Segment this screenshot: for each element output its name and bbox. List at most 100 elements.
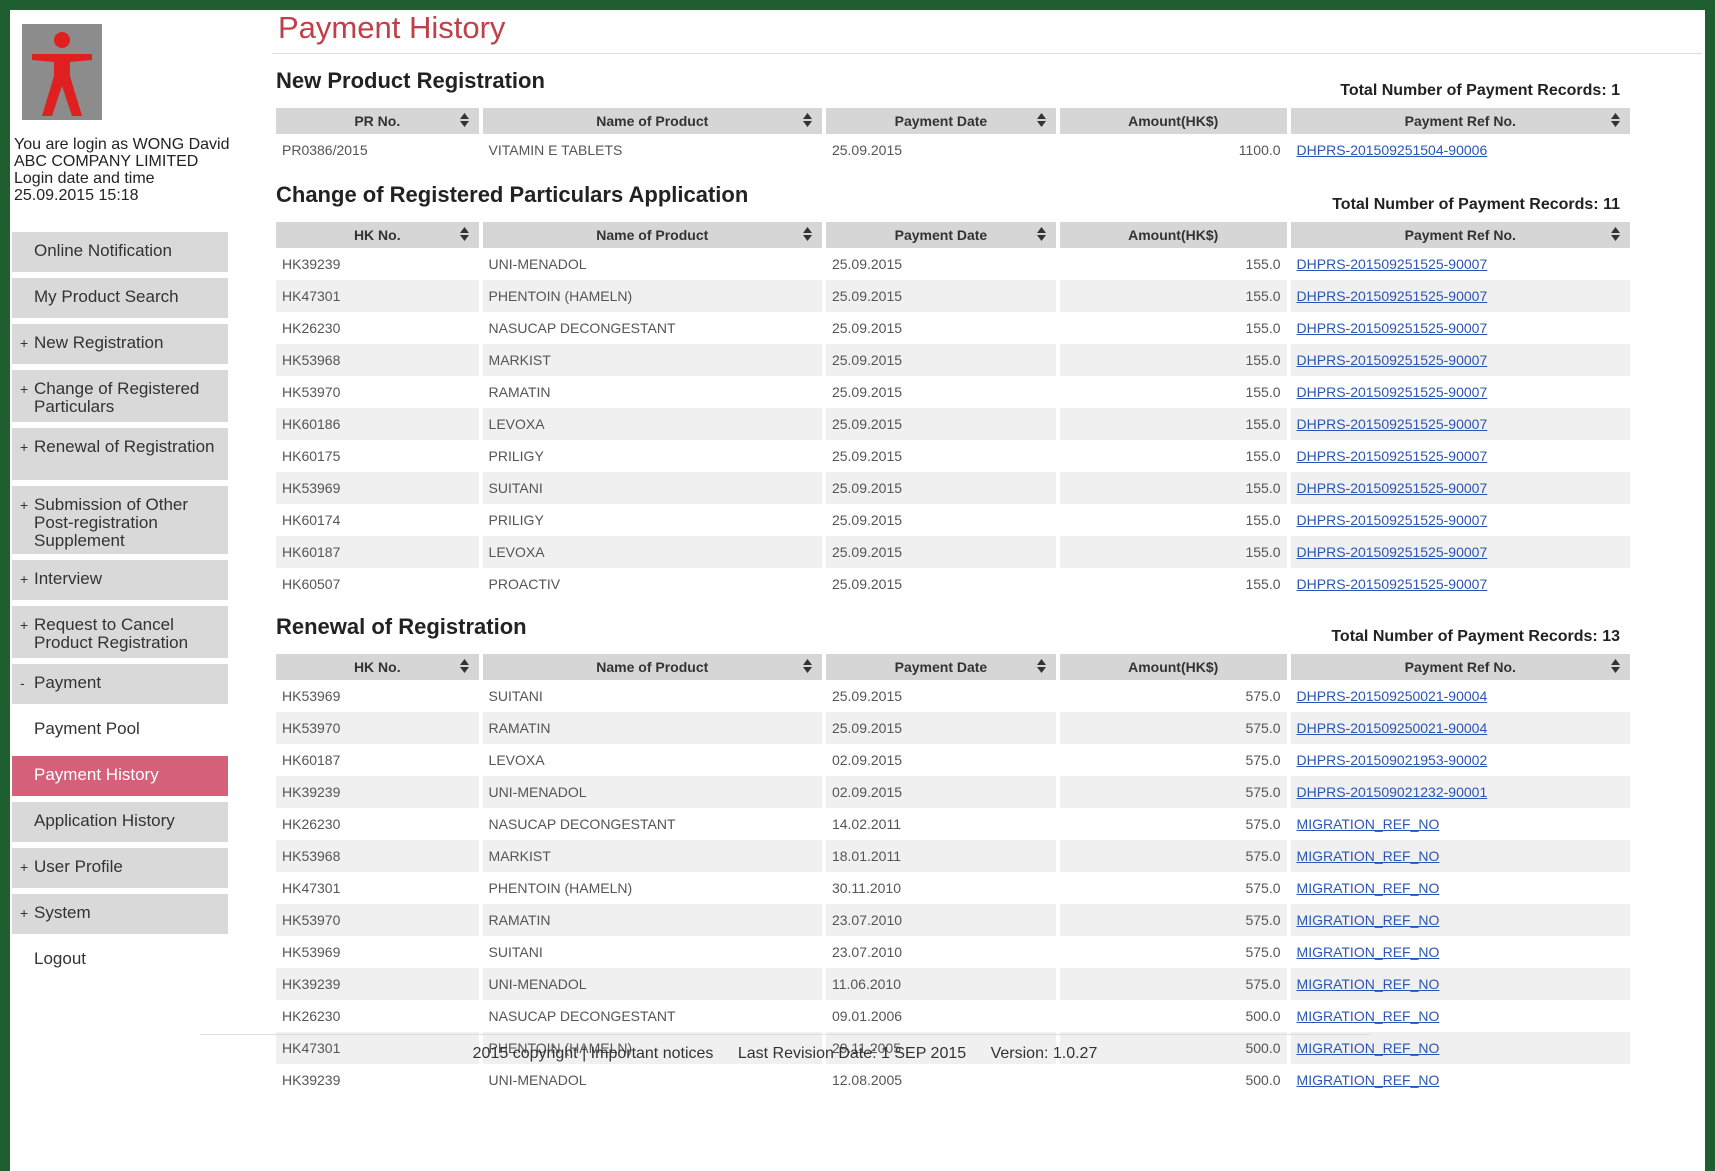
payment-ref-link[interactable]: MIGRATION_REF_NO [1297, 976, 1440, 992]
cell-payment-ref[interactable]: MIGRATION_REF_NO [1291, 808, 1630, 840]
sidebar-item-logout[interactable]: Logout [12, 940, 228, 980]
sidebar-item-label: Online Notification [34, 241, 172, 260]
cell-amount: 155.0 [1059, 536, 1287, 568]
payment-ref-link[interactable]: DHPRS-201509251525-90007 [1297, 352, 1488, 368]
sort-arrows-icon[interactable] [1036, 659, 1046, 676]
payment-ref-link[interactable]: DHPRS-201509251525-90007 [1297, 448, 1488, 464]
sort-arrows-icon[interactable] [802, 227, 812, 244]
sort-arrows-icon[interactable] [1611, 227, 1620, 244]
cell-payment-ref[interactable]: DHPRS-201509251525-90007 [1290, 408, 1630, 440]
column-header[interactable]: Name of Product [482, 654, 822, 680]
sort-arrows-icon[interactable] [802, 659, 812, 676]
sidebar-item-online-notification[interactable]: Online Notification [12, 232, 228, 272]
column-header[interactable]: Amount(HK$) [1059, 222, 1287, 248]
sidebar-item-renewal-of-registration[interactable]: + Renewal of Registration [12, 428, 228, 480]
column-header[interactable]: Amount(HK$) [1059, 654, 1287, 680]
sidebar-item-payment[interactable]: - Payment [12, 664, 228, 704]
sort-arrows-icon[interactable] [1611, 113, 1620, 130]
payment-ref-link[interactable]: DHPRS-201509251525-90007 [1297, 576, 1488, 592]
footer-copyright[interactable]: 2015 copyright | Important notices [473, 1045, 714, 1062]
sidebar-item-system[interactable]: + System [12, 894, 228, 934]
cell-payment-ref[interactable]: MIGRATION_REF_NO [1290, 968, 1630, 1000]
payment-ref-link[interactable]: MIGRATION_REF_NO [1297, 1008, 1440, 1024]
sidebar-item-change-of-registered-particulars[interactable]: + Change of Registered Particulars [12, 370, 228, 422]
payment-ref-link[interactable]: MIGRATION_REF_NO [1297, 816, 1440, 832]
sidebar-item-interview[interactable]: + Interview [12, 560, 228, 600]
sidebar-item-application-history[interactable]: Application History [12, 802, 228, 842]
cell-payment-ref[interactable]: DHPRS-201509251525-90007 [1291, 312, 1630, 344]
table-header-row: PR No. Name of Product Payment Date Amount(… [276, 108, 1630, 134]
sort-arrows-icon[interactable] [459, 113, 469, 130]
cell-payment-ref[interactable]: DHPRS-201509021232-90001 [1290, 776, 1630, 808]
payment-ref-link[interactable]: DHPRS-201509251525-90007 [1297, 288, 1488, 304]
cell-payment-date: 25.09.2015 [831, 576, 903, 592]
column-header[interactable]: Name of Product [482, 222, 822, 248]
cell-payment-ref[interactable]: DHPRS-201509251525-90007 [1291, 440, 1630, 472]
cell-payment-ref[interactable]: DHPRS-201509250021-90004 [1291, 680, 1630, 712]
cell-payment-ref[interactable]: DHPRS-201509251525-90007 [1291, 568, 1630, 600]
column-header[interactable]: Name of Product [482, 108, 822, 134]
sidebar-item-request-to-cancel-product-registration[interactable]: + Request to Cancel Product Registration [12, 606, 228, 658]
cell-payment-ref[interactable]: DHPRS-201509251525-90007 [1290, 344, 1630, 376]
cell-payment-ref[interactable]: MIGRATION_REF_NO [1291, 1000, 1630, 1032]
payment-ref-link[interactable]: DHPRS-201509021953-90002 [1297, 752, 1488, 768]
payment-ref-link[interactable]: MIGRATION_REF_NO [1297, 880, 1440, 896]
cell-payment-date: 30.11.2010 [831, 880, 901, 896]
cell-payment-ref[interactable]: DHPRS-201509251525-90007 [1290, 472, 1630, 504]
cell-payment-ref[interactable]: MIGRATION_REF_NO [1291, 872, 1630, 904]
column-header[interactable]: PR No. [276, 108, 479, 134]
sort-arrows-icon[interactable] [459, 227, 469, 244]
payment-ref-link[interactable]: DHPRS-201509251525-90007 [1297, 480, 1488, 496]
sort-arrows-icon[interactable] [802, 113, 812, 130]
cell-amount: 155.0 [1245, 576, 1281, 592]
cell-payment-ref[interactable]: MIGRATION_REF_NO [1290, 904, 1630, 936]
sidebar-item-user-profile[interactable]: + User Profile [12, 848, 228, 888]
sidebar-item-submission-of-other-post-registration-supplement[interactable]: + Submission of Other Post-registration S… [12, 486, 228, 554]
payment-ref-link[interactable]: DHPRS-201509250021-90004 [1297, 720, 1488, 736]
payment-ref-link[interactable]: DHPRS-201509250021-90004 [1297, 688, 1488, 704]
payment-ref-link[interactable]: MIGRATION_REF_NO [1297, 848, 1440, 864]
column-header[interactable]: Payment Ref No. [1290, 654, 1630, 680]
payment-ref-link[interactable]: DHPRS-201509251525-90007 [1297, 544, 1488, 560]
sidebar-item-payment-history[interactable]: Payment History [12, 756, 228, 796]
cell-payment-ref[interactable]: DHPRS-201509021953-90002 [1291, 744, 1630, 776]
cell-payment-ref[interactable]: MIGRATION_REF_NO [1291, 936, 1630, 968]
payment-ref-link[interactable]: MIGRATION_REF_NO [1297, 1072, 1440, 1088]
table-row: HK26230 NASUCAP DECONGESTANT 14.02.2011 575… [276, 808, 1630, 840]
payment-ref-link[interactable]: MIGRATION_REF_NO [1297, 944, 1440, 960]
sidebar-item-payment-pool[interactable]: Payment Pool [12, 710, 228, 750]
sort-arrows-icon[interactable] [1036, 227, 1046, 244]
payment-ref-link[interactable]: MIGRATION_REF_NO [1297, 912, 1440, 928]
column-header[interactable]: Payment Ref No. [1290, 108, 1630, 134]
cell-payment-ref[interactable]: DHPRS-201509250021-90004 [1290, 712, 1630, 744]
cell-payment-ref[interactable]: DHPRS-201509251525-90007 [1290, 536, 1630, 568]
sort-arrows-icon[interactable] [1036, 113, 1046, 130]
cell-amount: 575.0 [1245, 816, 1281, 832]
cell-payment-ref[interactable]: DHPRS-201509251525-90007 [1291, 376, 1630, 408]
sort-arrows-icon[interactable] [459, 659, 469, 676]
cell-payment-ref[interactable]: MIGRATION_REF_NO [1290, 840, 1630, 872]
column-header[interactable]: Payment Ref No. [1290, 222, 1630, 248]
sort-arrows-icon[interactable] [1611, 659, 1620, 676]
payment-ref-link[interactable]: DHPRS-201509251504-90006 [1297, 142, 1488, 158]
cell-payment-ref[interactable]: DHPRS-201509251504-90006 [1291, 134, 1630, 166]
payment-ref-link[interactable]: DHPRS-201509021232-90001 [1297, 784, 1488, 800]
cell-payment-ref[interactable]: DHPRS-201509251525-90007 [1290, 280, 1630, 312]
column-header[interactable]: HK No. [276, 654, 479, 680]
payment-ref-link[interactable]: DHPRS-201509251525-90007 [1297, 320, 1488, 336]
column-header[interactable]: Payment Date [825, 222, 1056, 248]
payment-ref-link[interactable]: DHPRS-201509251525-90007 [1297, 384, 1488, 400]
sidebar-item-new-registration[interactable]: + New Registration [12, 324, 228, 364]
payment-ref-link[interactable]: DHPRS-201509251525-90007 [1297, 416, 1488, 432]
payment-ref-link[interactable]: DHPRS-201509251525-90007 [1297, 256, 1488, 272]
cell-payment-ref[interactable]: DHPRS-201509251525-90007 [1291, 504, 1630, 536]
cell-payment-ref[interactable]: DHPRS-201509251525-90007 [1291, 248, 1630, 280]
payment-ref-link[interactable]: DHPRS-201509251525-90007 [1297, 512, 1488, 528]
cell-product-name: NASUCAP DECONGESTANT [488, 1008, 676, 1024]
column-header[interactable]: HK No. [276, 222, 479, 248]
column-header[interactable]: Amount(HK$) [1059, 108, 1287, 134]
cell-payment-ref[interactable]: MIGRATION_REF_NO [1291, 1064, 1630, 1096]
column-header[interactable]: Payment Date [825, 654, 1056, 680]
column-header[interactable]: Payment Date [825, 108, 1056, 134]
sidebar-item-my-product-search[interactable]: My Product Search [12, 278, 228, 318]
